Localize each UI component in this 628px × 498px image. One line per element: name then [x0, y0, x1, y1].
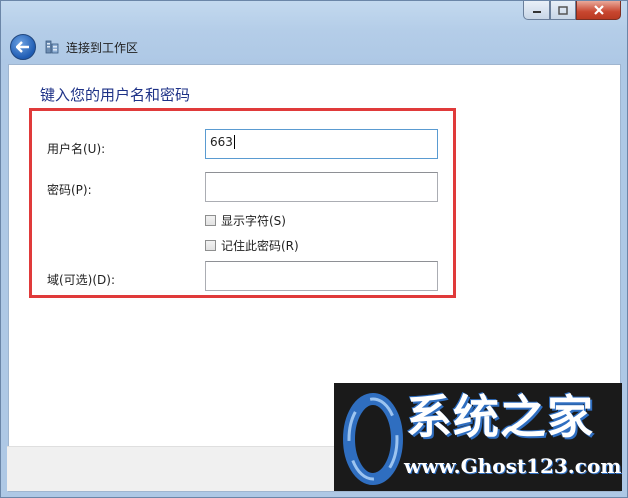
back-button[interactable]: [10, 34, 36, 60]
minimize-icon: [532, 11, 541, 13]
watermark: 系统之家 www.Ghost123.com: [334, 383, 622, 491]
workplace-network-icon: [45, 40, 59, 54]
window-title: 连接到工作区: [66, 40, 139, 55]
show-chars-label: 显示字符(S): [221, 214, 286, 228]
maximize-icon: [558, 5, 568, 15]
password-input[interactable]: [205, 172, 438, 202]
close-icon: [593, 5, 604, 15]
domain-label: 域(可选)(D):: [47, 273, 116, 287]
minimize-button[interactable]: [523, 1, 550, 20]
show-chars-option[interactable]: 显示字符(S): [205, 212, 286, 229]
page-heading: 键入您的用户名和密码: [40, 86, 191, 104]
username-input[interactable]: 663: [205, 129, 438, 159]
close-button[interactable]: [576, 1, 621, 20]
back-arrow-icon: [16, 41, 29, 53]
text-caret: [233, 135, 235, 149]
remember-password-option[interactable]: 记住此密码(R): [205, 237, 299, 254]
navigation-bar: 连接到工作区: [10, 34, 138, 60]
show-chars-checkbox[interactable]: [205, 215, 216, 226]
maximize-button[interactable]: [550, 1, 576, 20]
password-label: 密码(P):: [47, 183, 92, 197]
username-value: 663: [210, 135, 233, 149]
watermark-url: www.Ghost123.com: [404, 454, 622, 478]
username-label: 用户名(U):: [47, 142, 106, 156]
watermark-logo-icon: [343, 393, 403, 485]
remember-password-label: 记住此密码(R): [221, 239, 299, 253]
watermark-title: 系统之家: [406, 390, 594, 444]
domain-input[interactable]: [205, 261, 438, 291]
window-controls: [523, 1, 621, 20]
remember-password-checkbox[interactable]: [205, 240, 216, 251]
